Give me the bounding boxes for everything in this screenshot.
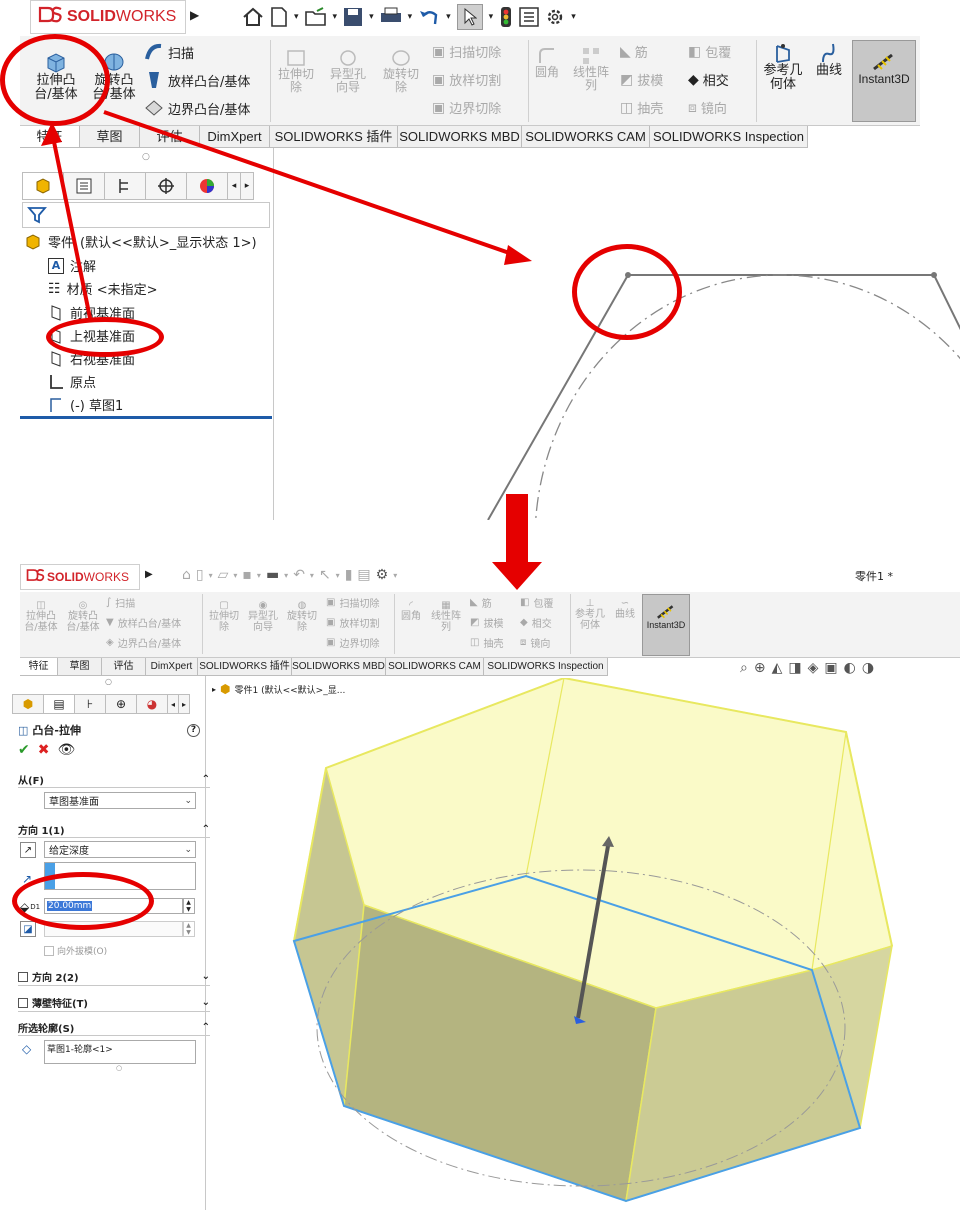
annotation-arrows	[41, 110, 542, 590]
annotation-arrow-tree-to-button	[50, 131, 92, 319]
annotation-arrowhead	[504, 245, 532, 265]
transition-arrowhead	[492, 562, 542, 590]
annotation-arrow-to-sketch	[103, 110, 519, 258]
annotation-arrowhead	[41, 122, 62, 146]
transition-arrow-shaft	[506, 494, 528, 564]
